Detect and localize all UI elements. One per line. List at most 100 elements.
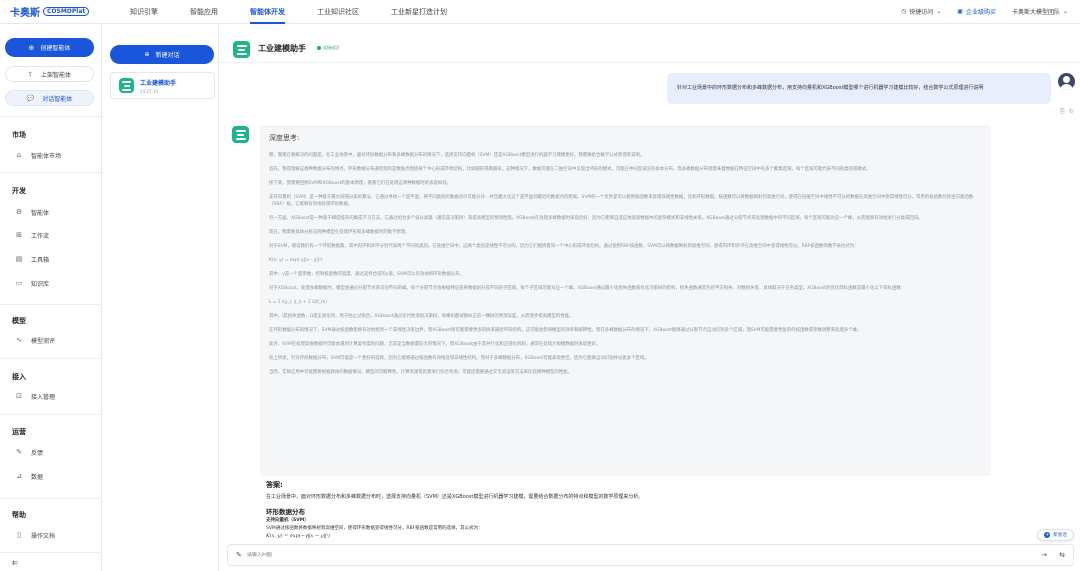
upload-icon: ⇪ bbox=[27, 70, 33, 78]
think-formula: K(x, y) = exp(-γ||x - y||²) bbox=[269, 258, 323, 263]
top-bar: 卡奥斯 COSMOPlat 知识引擎 智能应用 智能体开发 工业知识社区 工业新… bbox=[0, 0, 1080, 24]
create-agent-label: 创建智能体 bbox=[40, 45, 71, 52]
assistant-header-icon bbox=[233, 41, 250, 58]
header-divider bbox=[219, 62, 1080, 63]
think-paragraph: 当然，实际应用中可能需要根据具体的数据情况、模型的可解释性、计算资源等因素进行综… bbox=[269, 370, 572, 375]
chat-icon: 💬 bbox=[26, 94, 35, 102]
sidebar-item-workflow[interactable]: ⊞ 工作流 bbox=[5, 226, 94, 244]
think-paragraph: 此外，SVM在处理高维数据时可能会遇到计算复杂度的问题，尤其是当数据量较大的情况… bbox=[269, 342, 601, 347]
brand-logo[interactable]: 卡奥斯 COSMOPlat bbox=[10, 4, 110, 19]
sidebar-item-docs[interactable]: ▯ 操作文档 bbox=[5, 526, 94, 544]
create-agent-button[interactable]: ⊕ 创建智能体 bbox=[5, 38, 94, 57]
think-paragraph: 综上所述，针对环形数据分布，SVM可能是一个更好的选择，因为它能够通过核函数有效… bbox=[269, 356, 649, 361]
topnav-knowledge-engine[interactable]: 知识引擎 bbox=[114, 0, 174, 24]
brand-name-cn: 卡奥斯 bbox=[10, 8, 40, 19]
refresh-icon[interactable]: ↻ bbox=[1069, 108, 1074, 116]
enterprise-purchase-link[interactable]: ▣ 企业级购买 bbox=[957, 7, 996, 16]
chevron-down-icon: ⌄ bbox=[1062, 8, 1068, 15]
sidebar-item-access-mgmt[interactable]: ⊡ 接入管理 bbox=[5, 387, 94, 405]
chat-agent-button[interactable]: 💬 对话智能体 bbox=[5, 90, 94, 106]
sidebar-item-label: 知识库 bbox=[31, 280, 50, 288]
bot-icon bbox=[119, 78, 134, 93]
send-icon[interactable]: → bbox=[1041, 551, 1047, 559]
answer-subtitle: 支持向量机（SVM） bbox=[266, 518, 309, 523]
topnav-community[interactable]: 工业知识社区 bbox=[301, 0, 375, 24]
document-icon: ▯ bbox=[17, 531, 21, 539]
chart-icon: ⊿ bbox=[16, 472, 22, 480]
group-help: 帮助 bbox=[12, 511, 26, 519]
team-menu[interactable]: 卡奥斯大模型团队 ⌄ bbox=[1012, 7, 1068, 16]
sidebar-item-label: 数据 bbox=[31, 473, 44, 481]
book-icon: ▭ bbox=[15, 279, 23, 287]
chat-area: 工业建模助手 连接成功 针对工业场景中的环形数据分布和多峰数据分布，用支持向量机… bbox=[219, 24, 1080, 571]
feedback-icon: ✎ bbox=[16, 448, 22, 456]
conversation-time: 14:27:15 bbox=[140, 88, 158, 94]
new-session-float-button[interactable]: + 新会话 bbox=[1037, 529, 1074, 541]
new-session-label: 新会话 bbox=[1053, 533, 1067, 538]
quick-access-menu[interactable]: ◷ 快捷访问 ⌄ bbox=[901, 7, 941, 16]
chat-agent-label: 对话智能体 bbox=[42, 95, 73, 103]
sidebar-item-feedback[interactable]: ✎ 反馈 bbox=[5, 443, 94, 461]
topnav-star-program[interactable]: 工业新星打造计划 bbox=[375, 0, 463, 24]
user-message-actions: ⎘ ↻ bbox=[1060, 108, 1074, 116]
chevron-down-icon: ⌄ bbox=[936, 8, 942, 15]
voice-icon[interactable]: ⇆ bbox=[1059, 551, 1065, 559]
conversation-panel: ⊕ 新建对话 工业建模助手 14:27:15 bbox=[102, 24, 219, 571]
sidebar-item-agent[interactable]: ⚙ 智能体 bbox=[5, 203, 94, 221]
sidebar-item-data[interactable]: ⊿ 数据 bbox=[5, 467, 94, 485]
user-avatar bbox=[1058, 73, 1075, 90]
sidebar-item-label: 智能体市场 bbox=[31, 152, 62, 160]
conversation-title: 工业建模助手 bbox=[140, 79, 177, 87]
sidebar-divider bbox=[0, 116, 101, 117]
edit-icon: ✎ bbox=[236, 551, 242, 559]
group-ops: 运营 bbox=[12, 428, 26, 436]
sidebar-item-knowledge[interactable]: ▭ 知识库 bbox=[5, 274, 94, 292]
message-input[interactable] bbox=[246, 552, 1037, 558]
think-paragraph: 在环形数据分布的情况下，SVM通过核函数能够有效地找到一个非线性决策边界，而XG… bbox=[269, 328, 862, 333]
gear-icon: ⚙ bbox=[15, 208, 23, 216]
think-formula: L = Σ l(y_i, ŷ_i) + Σ Ω(f_m) bbox=[269, 300, 327, 305]
copy-icon[interactable]: ⎘ bbox=[1060, 108, 1065, 116]
answer-heading: 答案: bbox=[266, 481, 283, 489]
answer-text: 在工业场景中，面对环形数据分布和多峰数据分布时，选择支持向量机（SVM）还是XG… bbox=[266, 494, 644, 500]
top-right-tools: ◷ 快捷访问 ⌄ ▣ 企业级购买 卡奥斯大模型团队 ⌄ bbox=[901, 7, 1068, 16]
think-paragraph: 接下来，我需要回顾SVM和XGBoost的基本原理，看看它们在处理这两种数据时的… bbox=[269, 181, 452, 186]
team-label: 卡奥斯大模型团队 bbox=[1011, 9, 1060, 16]
think-paragraph: 现在，我需要具体分析这两种模型在处理环形和多峰数据时的数学原理。 bbox=[269, 230, 410, 235]
plus-icon: + bbox=[1044, 532, 1051, 538]
enterprise-label: 企业级购买 bbox=[965, 9, 996, 16]
quick-access-label: 快捷访问 bbox=[909, 9, 934, 16]
sidebar-item-plugin[interactable]: ▤ 工具箱 bbox=[5, 250, 94, 268]
assistant-avatar bbox=[232, 126, 249, 143]
collapse-sidebar-icon[interactable]: ⇇ bbox=[12, 559, 18, 567]
topnav-smart-apps[interactable]: 智能应用 bbox=[174, 0, 234, 24]
think-paragraph: 其中，l是损失函数，Ω是正则化项，用于防止过拟合。XGBoost通过迭代地添加决… bbox=[269, 314, 574, 319]
sidebar-item-model-eval[interactable]: ∿ 模型测评 bbox=[5, 331, 94, 349]
clock-icon: ◷ bbox=[900, 8, 907, 15]
sidebar-divider bbox=[0, 498, 101, 499]
status-dot-icon bbox=[317, 46, 321, 50]
sidebar-item-label: 工作流 bbox=[31, 232, 50, 240]
connection-status: 连接成功 bbox=[317, 45, 339, 51]
sidebar-item-label: 反馈 bbox=[31, 449, 44, 457]
group-dev: 开发 bbox=[12, 187, 26, 195]
sidebar-item-agent-market[interactable]: ⌂ 智能体市场 bbox=[5, 146, 94, 164]
brand-name-en: COSMOPlat bbox=[43, 7, 90, 16]
sidebar-divider bbox=[0, 552, 101, 553]
message-input-bar: ✎ → ⇆ bbox=[227, 544, 1074, 566]
deep-thinking-title: 深度思考: bbox=[269, 134, 300, 142]
chat-plus-icon: ⊕ bbox=[144, 51, 150, 58]
sidebar-item-label: 操作文档 bbox=[31, 532, 56, 540]
sidebar-divider bbox=[0, 304, 101, 305]
topnav-agent-dev[interactable]: 智能体开发 bbox=[234, 0, 301, 24]
answer-block: 答案: 在工业场景中，面对环形数据分布和多峰数据分布时，选择支持向量机（SVM）… bbox=[266, 480, 986, 539]
conversation-card[interactable]: 工业建模助手 14:27:15 bbox=[110, 72, 215, 99]
left-sidebar: ⊕ 创建智能体 ⇪ 上架智能体 💬 对话智能体 市场 ⌂ 智能体市场 开发 ⚙ … bbox=[0, 24, 102, 571]
think-paragraph: 首先，我得理解这两种数据分布的特点。环形数据分布通常指的是数据点围绕某个中心形成… bbox=[269, 167, 871, 172]
new-conversation-button[interactable]: ⊕ 新建对话 bbox=[110, 45, 214, 64]
think-paragraph: 另一方面，XGBoost是一种基于梯度提升的集成学习方法，它通过组合多个弱分类器… bbox=[269, 216, 923, 221]
pulse-icon: ∿ bbox=[16, 336, 22, 344]
answer-formula: K(x, y) = exp(−γ‖x − y‖²) bbox=[266, 533, 330, 539]
top-nav: 知识引擎 智能应用 智能体开发 工业知识社区 工业新星打造计划 bbox=[114, 0, 463, 24]
launched-agent-button[interactable]: ⇪ 上架智能体 bbox=[5, 66, 94, 82]
